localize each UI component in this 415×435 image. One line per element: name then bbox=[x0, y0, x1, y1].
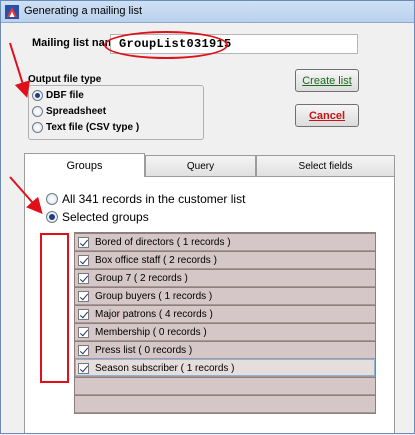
tab-query[interactable]: Query bbox=[145, 155, 256, 176]
title-bar[interactable]: Generating a mailing list bbox=[1, 1, 414, 23]
group-label: Press list ( 0 records ) bbox=[95, 344, 193, 356]
group-label: Group 7 ( 2 records ) bbox=[95, 272, 188, 284]
app-icon bbox=[5, 5, 19, 19]
mailing-list-dialog: Generating a mailing list Mailing list n… bbox=[0, 0, 415, 434]
output-option-dbf[interactable]: DBF file bbox=[32, 90, 84, 101]
radio-selected-icon bbox=[32, 90, 43, 101]
scope-selected-label: Selected groups bbox=[62, 210, 149, 224]
empty-list-row bbox=[75, 377, 375, 394]
group-label: Major patrons ( 4 records ) bbox=[95, 308, 213, 320]
list-item[interactable]: Group buyers ( 1 records ) bbox=[75, 287, 375, 304]
radio-empty-icon bbox=[46, 193, 58, 205]
group-label: Bored of directors ( 1 records ) bbox=[95, 236, 231, 248]
scope-all-label: All 341 records in the customer list bbox=[62, 192, 246, 206]
output-file-type-label: Output file type bbox=[28, 74, 102, 85]
groups-tab-panel: All 341 records in the customer list Sel… bbox=[24, 176, 395, 433]
list-item[interactable]: Season subscriber ( 1 records ) bbox=[75, 359, 375, 376]
empty-list-row bbox=[75, 395, 375, 412]
scope-all-records[interactable]: All 341 records in the customer list bbox=[46, 192, 245, 206]
tab-select-fields[interactable]: Select fields bbox=[256, 155, 395, 176]
group-label: Season subscriber ( 1 records ) bbox=[95, 362, 235, 374]
tab-groups[interactable]: Groups bbox=[24, 153, 145, 177]
checkbox-checked-icon[interactable] bbox=[78, 254, 89, 266]
window-title: Generating a mailing list bbox=[24, 5, 143, 17]
checkbox-checked-icon[interactable] bbox=[78, 362, 89, 374]
dialog-body: Mailing list name GroupList031915 Output… bbox=[1, 23, 414, 433]
tab-label: Groups bbox=[66, 159, 103, 172]
scope-selected-groups[interactable]: Selected groups bbox=[46, 210, 149, 224]
group-label: Membership ( 0 records ) bbox=[95, 326, 207, 338]
create-list-label: Create list bbox=[302, 74, 352, 87]
checkbox-checked-icon[interactable] bbox=[78, 272, 89, 284]
cancel-button[interactable]: Cancel bbox=[295, 104, 359, 127]
radio-empty-icon bbox=[32, 122, 43, 133]
list-item[interactable]: Major patrons ( 4 records ) bbox=[75, 305, 375, 322]
radio-selected-icon bbox=[46, 211, 58, 223]
radio-empty-icon bbox=[32, 106, 43, 117]
output-option-label: DBF file bbox=[46, 90, 84, 101]
checkbox-checked-icon[interactable] bbox=[78, 326, 89, 338]
output-option-csv[interactable]: Text file (CSV type ) bbox=[32, 122, 139, 133]
checkbox-checked-icon[interactable] bbox=[78, 308, 89, 320]
tab-label: Query bbox=[186, 160, 215, 172]
cancel-label: Cancel bbox=[308, 109, 346, 122]
list-item[interactable]: Box office staff ( 2 records ) bbox=[75, 251, 375, 268]
create-list-button[interactable]: Create list bbox=[295, 69, 359, 92]
tab-strip: Groups Query Select fields bbox=[24, 153, 395, 177]
list-item[interactable]: Press list ( 0 records ) bbox=[75, 341, 375, 358]
list-item[interactable]: Membership ( 0 records ) bbox=[75, 323, 375, 340]
checkbox-checked-icon[interactable] bbox=[78, 344, 89, 356]
checkbox-checked-icon[interactable] bbox=[78, 236, 89, 248]
output-option-spreadsheet[interactable]: Spreadsheet bbox=[32, 106, 106, 117]
list-item[interactable]: Bored of directors ( 1 records ) bbox=[75, 233, 375, 250]
list-item[interactable]: Group 7 ( 2 records ) bbox=[75, 269, 375, 286]
output-file-type-group: DBF file Spreadsheet Text file (CSV type… bbox=[28, 85, 204, 140]
output-option-label: Spreadsheet bbox=[46, 106, 107, 117]
group-label: Box office staff ( 2 records ) bbox=[95, 254, 217, 266]
annotation-rectangle bbox=[40, 233, 69, 383]
tab-label: Select fields bbox=[298, 160, 353, 172]
annotation-ellipse bbox=[104, 31, 228, 59]
checkbox-checked-icon[interactable] bbox=[78, 290, 89, 302]
groups-list[interactable]: Bored of directors ( 1 records ) Box off… bbox=[74, 232, 376, 414]
output-option-label: Text file (CSV type ) bbox=[46, 122, 140, 133]
group-label: Group buyers ( 1 records ) bbox=[95, 290, 213, 302]
